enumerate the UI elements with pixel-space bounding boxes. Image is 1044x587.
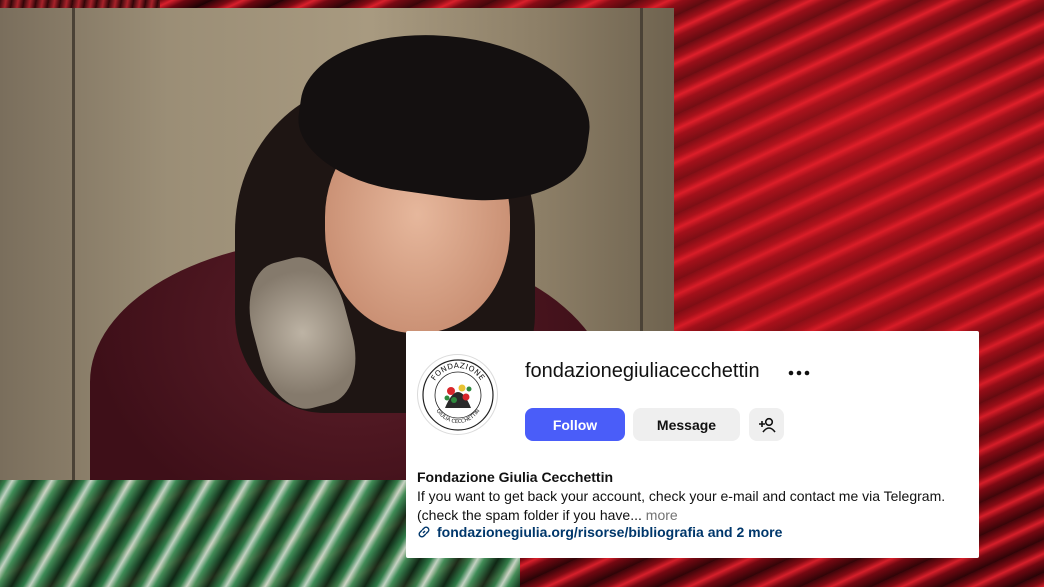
instagram-profile-card: FONDAZIONE GIULIA CECCHETTIN fondazioneg… [406, 331, 979, 558]
follow-button[interactable]: Follow [525, 408, 625, 441]
bio-text: If you want to get back your account, ch… [417, 488, 946, 523]
add-user-icon [758, 417, 776, 433]
add-user-button[interactable] [749, 408, 784, 441]
profile-display-name: Fondazione Giulia Cecchettin [417, 469, 614, 485]
profile-username: fondazionegiuliacecchettin [525, 360, 760, 382]
link-text: fondazionegiulia.org/risorse/bibliografi… [437, 524, 783, 540]
profile-bio: If you want to get back your account, ch… [417, 487, 977, 525]
foundation-logo-icon: FONDAZIONE GIULIA CECCHETTIN [421, 358, 494, 431]
profile-website-link[interactable]: fondazionegiulia.org/risorse/bibliografi… [417, 524, 782, 540]
profile-avatar[interactable]: FONDAZIONE GIULIA CECCHETTIN [417, 354, 498, 435]
link-icon [418, 526, 430, 538]
more-horizontal-icon[interactable] [787, 361, 811, 384]
bio-more-link[interactable]: more [646, 507, 678, 523]
message-button[interactable]: Message [633, 408, 740, 441]
wall-panel-line [72, 8, 75, 480]
